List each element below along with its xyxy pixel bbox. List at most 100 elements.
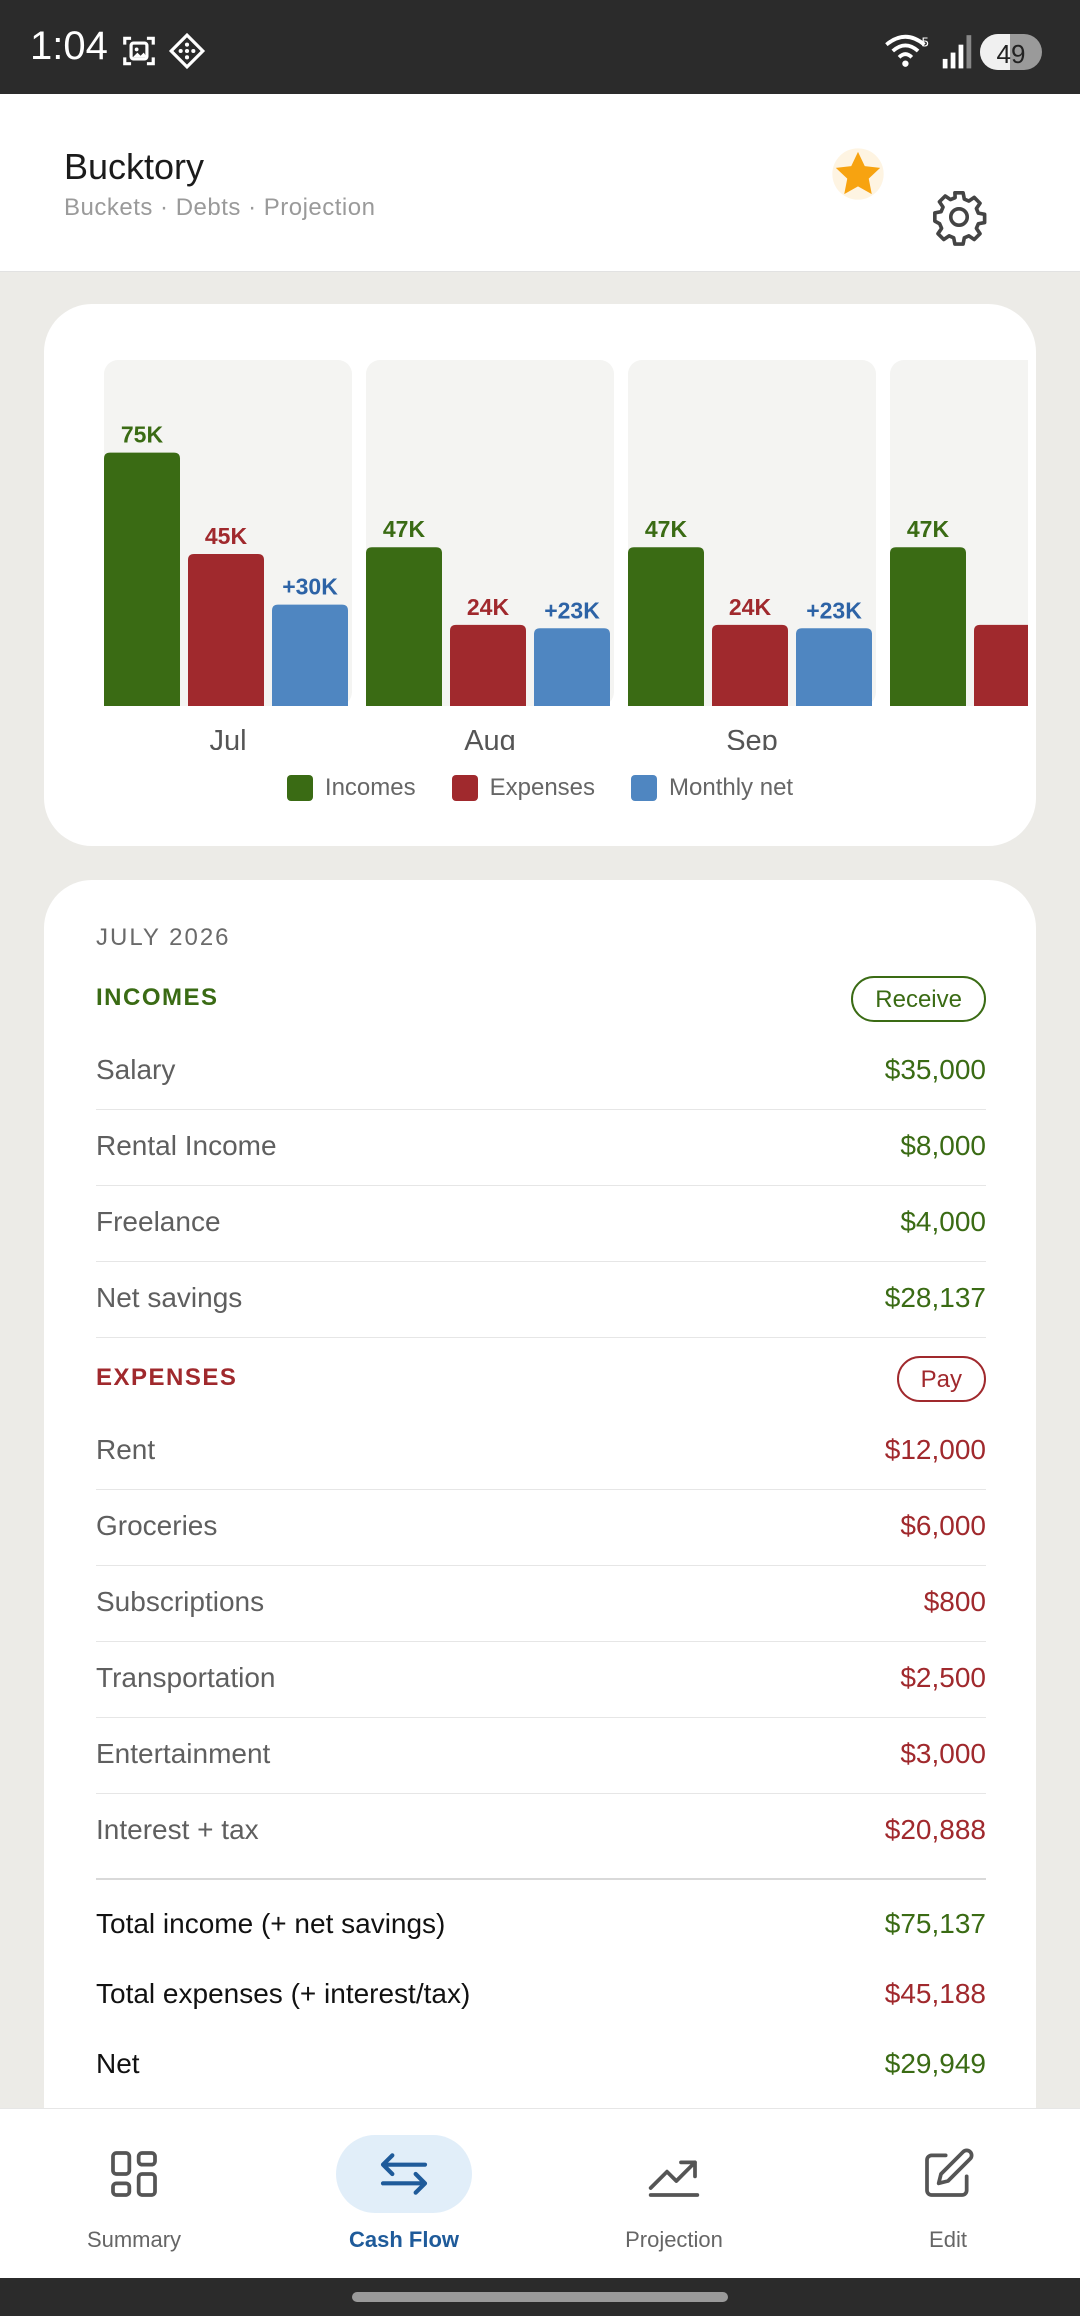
bar-value-label: +30K [282, 574, 338, 600]
income-row[interactable]: Rental Income $8,000 [96, 1110, 986, 1186]
row-name: Entertainment [96, 1738, 271, 1769]
bar-expenses [188, 554, 264, 706]
battery-level: 49 [996, 39, 1026, 69]
row-name: Net savings [96, 1282, 243, 1313]
expenses-label: EXPENSES [96, 1364, 238, 1391]
bar-value-label: 47K [383, 516, 426, 542]
battery-icon: 49 [980, 34, 1042, 70]
total-value: $45,188 [884, 1978, 986, 2009]
bar-value-label: 24K [729, 594, 772, 620]
system-navigation-bar [0, 2278, 1080, 2316]
expenses-header: EXPENSES Pay [96, 1356, 986, 1402]
row-name: Rent [96, 1434, 156, 1465]
row-name: Transportation [96, 1662, 276, 1693]
expense-row[interactable]: Interest + tax $20,888 [96, 1794, 986, 1870]
chart-card: 75K 45K +30K Jul 47K 24K +23K Aug 47K 24K +23K Sep 4… [44, 304, 1036, 846]
net-row: Net $29,949 [96, 2034, 986, 2094]
total-expenses-row: Total expenses (+ interest/tax) $45,188 [96, 1964, 986, 2024]
status-bar: 1:04 5 49 [0, 0, 1080, 94]
assistant-icon [168, 32, 206, 70]
svg-text:5: 5 [921, 34, 929, 49]
row-value: $3,000 [900, 1738, 986, 1769]
edit-icon [925, 2148, 974, 2197]
nav-edit[interactable]: Edit [848, 2123, 1048, 2273]
bar-value-label: 75K [121, 422, 164, 448]
bottom-navigation: Summary Cash Flow Projection Edit [0, 2108, 1080, 2278]
bar-expenses [450, 624, 526, 706]
row-value: $4,000 [900, 1206, 986, 1237]
swap-arrows-icon [380, 2153, 428, 2195]
total-name: Total income (+ net savings) [96, 1908, 446, 1939]
income-row[interactable]: Freelance $4,000 [96, 1186, 986, 1262]
dashboard-icon [111, 2151, 157, 2197]
bar-monthly-net [534, 628, 610, 706]
legend-swatch-net [631, 775, 658, 801]
row-name: Salary [96, 1054, 176, 1085]
total-name: Total expenses (+ interest/tax) [96, 1978, 471, 2009]
bar-value-label: 47K [645, 516, 688, 542]
row-value: $28,137 [884, 1282, 986, 1313]
row-value: $800 [923, 1586, 986, 1617]
expense-row[interactable]: Transportation $2,500 [96, 1642, 986, 1718]
nav-icon-container [880, 2135, 1016, 2213]
legend-label-expenses: Expenses [489, 774, 596, 801]
pay-button[interactable]: Pay [896, 1356, 986, 1402]
app-title: Bucktory [64, 146, 205, 187]
signal-icon [942, 35, 972, 69]
nav-cash-flow[interactable]: Cash Flow [304, 2123, 504, 2273]
legend-label-net: Monthly net [669, 774, 794, 801]
legend-swatch-incomes [286, 775, 313, 801]
bar-monthly-net [272, 604, 348, 706]
bar-value-label: +23K [544, 597, 600, 623]
legend-expenses: Expenses [451, 774, 596, 802]
app-subtitle: Buckets · Debts · Projection [64, 194, 376, 221]
row-value: $20,888 [884, 1814, 986, 1845]
row-name: Rental Income [96, 1130, 277, 1161]
chart-legend: Incomes Expenses Monthly net [44, 774, 1036, 802]
row-name: Groceries [96, 1510, 218, 1541]
total-value: $29,949 [884, 2048, 986, 2079]
app-bar: Bucktory Buckets · Debts · Projection [0, 94, 1080, 272]
nav-projection[interactable]: Projection [574, 2123, 774, 2273]
expense-row[interactable]: Groceries $6,000 [96, 1490, 986, 1566]
totals-divider [96, 1878, 986, 1880]
row-value: $2,500 [900, 1662, 986, 1693]
incomes-label: INCOMES [96, 984, 219, 1011]
row-name: Interest + tax [96, 1814, 259, 1845]
expense-row[interactable]: Entertainment $3,000 [96, 1718, 986, 1794]
income-row[interactable]: Net savings $28,137 [96, 1262, 986, 1338]
nav-label: Cash Flow [348, 2227, 459, 2252]
total-income-row: Total income (+ net savings) $75,137 [96, 1894, 986, 1954]
incomes-header: INCOMES Receive [96, 976, 986, 1022]
gear-icon[interactable] [930, 188, 988, 246]
bar-expenses [712, 624, 788, 706]
total-name: Net [96, 2048, 140, 2079]
total-value: $75,137 [884, 1908, 986, 1939]
x-axis-tick-label: Jul [209, 725, 246, 750]
legend-incomes: Incomes [286, 774, 416, 802]
income-row[interactable]: Salary $35,000 [96, 1034, 986, 1110]
screenshot-icon [123, 36, 155, 66]
month-title: JULY 2026 [96, 924, 231, 951]
star-icon[interactable] [830, 146, 886, 202]
bar-incomes [628, 547, 704, 706]
chart-scroll-area[interactable]: 75K 45K +30K Jul 47K 24K +23K Aug 47K 24K +23K Sep 4… [104, 350, 1028, 750]
receive-button[interactable]: Receive [851, 976, 986, 1022]
bar-value-label: 45K [205, 523, 248, 549]
nav-label: Projection [625, 2227, 723, 2252]
bar-monthly-net [796, 628, 872, 706]
bar-value-label: 24K [467, 594, 510, 620]
row-value: $6,000 [900, 1510, 986, 1541]
wifi-icon: 5 [885, 34, 929, 67]
row-name: Subscriptions [96, 1586, 265, 1617]
expense-row[interactable]: Rent $12,000 [96, 1414, 986, 1490]
nav-summary[interactable]: Summary [34, 2123, 234, 2273]
gesture-handle[interactable] [352, 2292, 728, 2302]
bar-expenses [974, 624, 1028, 706]
bar-value-label: +23K [806, 597, 862, 623]
legend-swatch-expenses [451, 775, 478, 801]
x-axis-tick-label: Aug [464, 725, 516, 750]
legend-label-incomes: Incomes [324, 774, 416, 801]
expense-row[interactable]: Subscriptions $800 [96, 1566, 986, 1642]
monthly-bar-chart: 75K 45K +30K Jul 47K 24K +23K Aug 47K 24K +23K Sep 4… [104, 360, 1028, 750]
